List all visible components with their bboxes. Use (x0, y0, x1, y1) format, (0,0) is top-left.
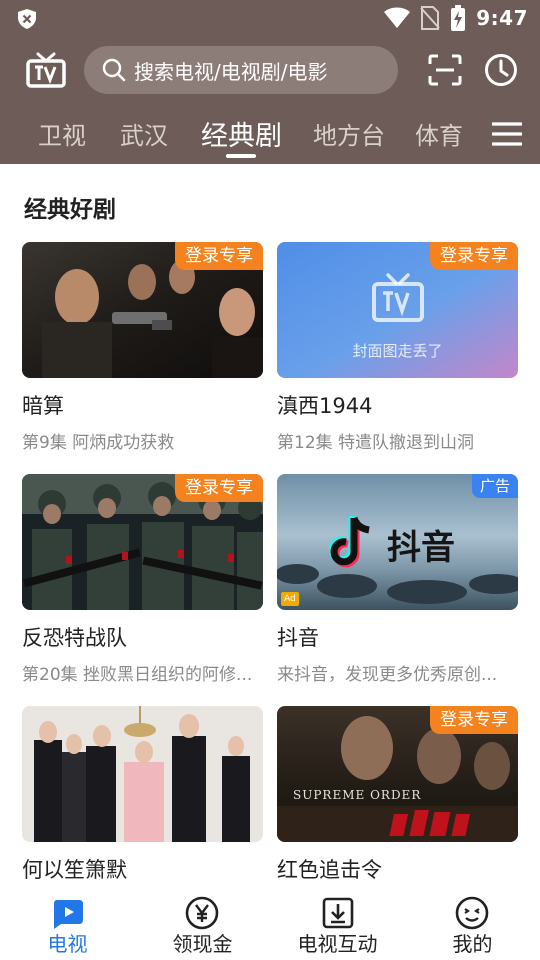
drama-title: 红色追击令 (277, 858, 382, 882)
history-clock-icon[interactable] (484, 53, 518, 87)
login-exclusive-badge: 登录专享 (175, 242, 263, 270)
drama-episode-info: 第9集 阿炳成功获救 (22, 433, 175, 453)
shield-x-icon (18, 9, 36, 29)
drama-card[interactable]: 封面图走丢了 登录专享 滇西1944 第12集 特遣队撤退到山洞 (277, 242, 518, 453)
cover-missing-text: 封面图走丢了 (352, 342, 443, 360)
status-bar: 9:47 (0, 0, 540, 36)
drama-thumbnail[interactable]: 登录专享 (22, 474, 263, 610)
ad-badge: 广告 (471, 474, 518, 498)
drama-title: 暗算 (22, 394, 64, 418)
nav-mine[interactable]: 我的 (405, 888, 540, 960)
wifi-icon (384, 7, 411, 28)
search-placeholder: 搜索电视/电视剧/电影 (134, 59, 328, 84)
drama-card[interactable]: 登录专享 暗算 第9集 阿炳成功获救 (22, 242, 263, 453)
nav-label: 领现金 (172, 932, 233, 956)
status-indicators: 9:47 (384, 5, 528, 31)
drama-thumbnail[interactable]: SUPREME ORDER 登录专享 (277, 706, 518, 842)
douyin-logo-icon (329, 516, 370, 568)
tv-placeholder-icon (372, 273, 424, 322)
nav-tv[interactable]: 电视 (0, 888, 135, 960)
nav-label: 电视 (47, 932, 88, 956)
nav-cash[interactable]: 领现金 (135, 888, 270, 960)
douyin-brand-text: 抖音 (387, 528, 455, 568)
login-exclusive-badge: 登录专享 (430, 706, 518, 734)
tab-sports[interactable]: 体育 (415, 116, 463, 151)
section-title: 经典好剧 (24, 197, 116, 223)
login-exclusive-badge: 登录专享 (175, 474, 263, 502)
drama-title: 何以笙箫默 (22, 858, 127, 882)
search-icon (102, 58, 126, 82)
ad-description: 来抖音，发现更多优秀原创... (277, 665, 498, 685)
nav-label: 我的 (452, 932, 493, 956)
tab-weishi[interactable]: 卫视 (38, 116, 86, 151)
download-box-icon (322, 897, 354, 929)
top-header: 9:47 搜索电视/电视剧/电影 卫视 武汉 经典剧 地方台 体育 (0, 0, 540, 164)
tab-wuhan[interactable]: 武汉 (120, 116, 168, 151)
drama-card[interactable]: 何以笙箫默 (22, 706, 263, 884)
no-sim-icon (420, 6, 440, 30)
tv-logo-icon[interactable] (26, 52, 66, 88)
search-bar[interactable]: 搜索电视/电视剧/电影 (84, 46, 398, 94)
smiley-face-icon (455, 896, 489, 930)
drama-title: 反恐特战队 (22, 626, 127, 650)
scan-icon[interactable] (428, 54, 462, 86)
login-exclusive-badge: 登录专享 (430, 242, 518, 270)
ad-card[interactable]: 抖音 广告 Ad 抖音 来抖音，发现更多优秀原创... (277, 474, 518, 685)
active-tab-indicator (226, 154, 256, 158)
ad-title: 抖音 (277, 626, 319, 650)
nav-tv-interaction[interactable]: 电视互动 (270, 888, 405, 960)
drama-thumbnail[interactable]: 封面图走丢了 登录专享 (277, 242, 518, 378)
drama-thumbnail[interactable]: 登录专享 (22, 242, 263, 378)
poster-english-title: SUPREME ORDER (293, 788, 422, 802)
battery-charging-icon (451, 5, 466, 31)
tab-local[interactable]: 地方台 (313, 116, 385, 151)
drama-title: 滇西1944 (277, 394, 373, 418)
drama-thumbnail[interactable] (22, 706, 263, 842)
menu-icon[interactable] (492, 122, 522, 146)
drama-episode-info: 第20集 挫败黑日组织的阿修... (22, 665, 253, 685)
bottom-navigation: 电视 领现金 电视互动 我的 (0, 888, 540, 960)
yen-coin-icon (185, 896, 219, 930)
drama-card[interactable]: 登录专享 反恐特战队 第20集 挫败黑日组织的阿修... (22, 474, 263, 685)
tv-play-icon (54, 900, 83, 929)
ad-thumbnail[interactable]: 抖音 广告 Ad (277, 474, 518, 610)
ad-mark: Ad (281, 592, 299, 606)
drama-card[interactable]: SUPREME ORDER 登录专享 红色追击令 (277, 706, 518, 884)
drama-episode-info: 第12集 特遣队撤退到山洞 (277, 433, 475, 453)
channel-tabs: 卫视 武汉 经典剧 地方台 体育 (0, 112, 540, 162)
tab-classic-drama[interactable]: 经典剧 (201, 114, 282, 153)
nav-label: 电视互动 (297, 932, 378, 956)
clock-time: 9:47 (476, 6, 528, 30)
